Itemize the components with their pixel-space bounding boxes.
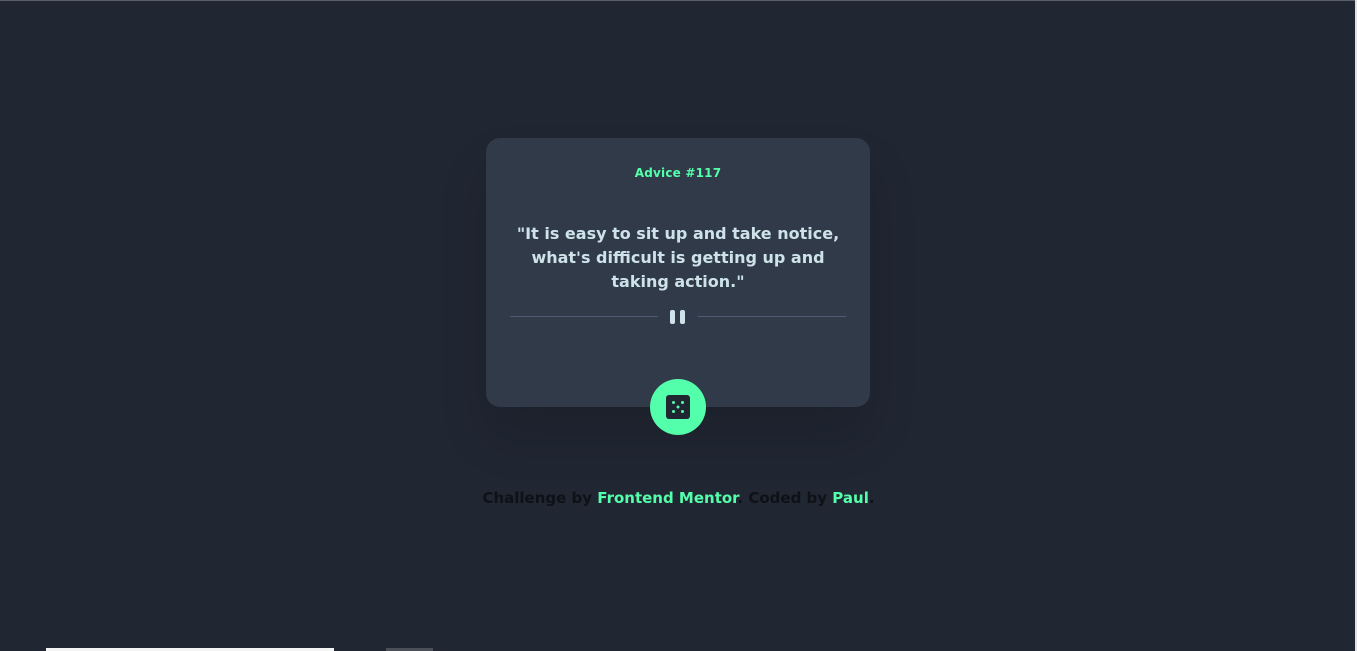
window-top-border [0, 0, 1357, 1]
advice-card: Advice #117 "It is easy to sit up and ta… [486, 138, 870, 407]
author-link[interactable]: Paul [832, 489, 869, 507]
attribution-suffix: . [868, 489, 875, 507]
divider-line-right [698, 316, 846, 317]
pause-icon [670, 310, 686, 324]
divider-line-left [510, 316, 658, 317]
new-advice-button[interactable] [650, 379, 706, 435]
pattern-divider [510, 308, 846, 326]
attribution-prefix: Challenge by [482, 489, 598, 507]
attribution: Challenge by Frontend Mentor. Coded by P… [0, 489, 1357, 507]
advice-number: Advice #117 [634, 166, 722, 180]
dice-icon [666, 395, 690, 419]
frontend-mentor-link[interactable]: Frontend Mentor [597, 489, 737, 507]
advice-quote: "It is easy to sit up and take notice, w… [516, 224, 840, 291]
attribution-middle: . Coded by [737, 489, 833, 507]
pause-bar-right [680, 310, 685, 324]
pause-bar-left [670, 310, 675, 324]
